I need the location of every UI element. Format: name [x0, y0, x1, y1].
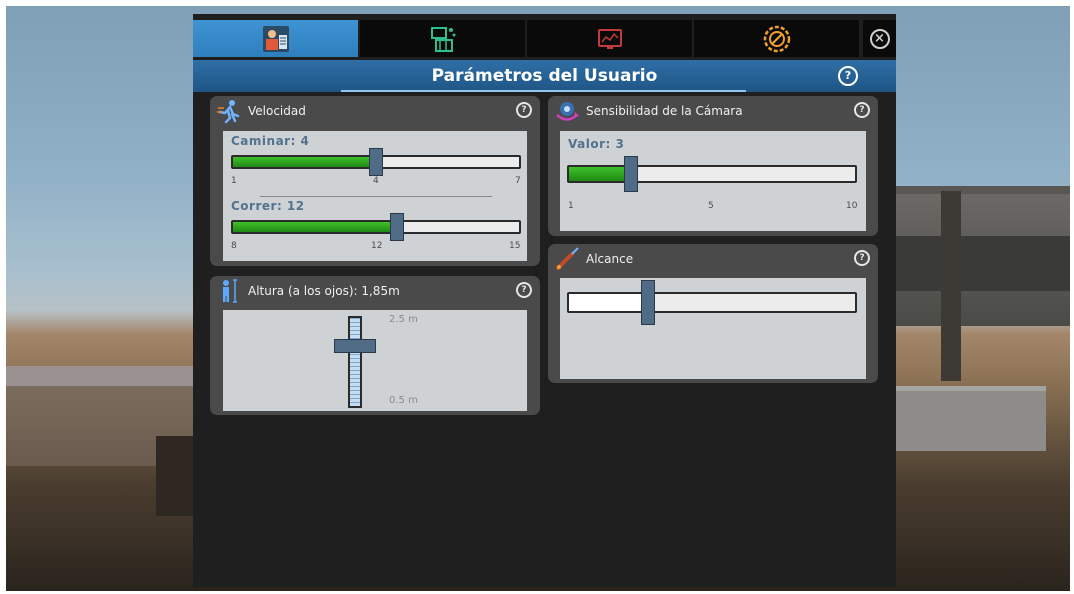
- tab-tools[interactable]: [694, 20, 859, 57]
- close-button[interactable]: ×: [863, 20, 896, 57]
- camera-tick-max: 10: [846, 201, 858, 211]
- run-speed-slider[interactable]: [231, 220, 521, 234]
- reach-card-title: Alcance: [586, 252, 634, 266]
- walk-speed-label: Caminar: 4: [231, 134, 310, 148]
- height-thumb[interactable]: [334, 338, 376, 353]
- tab-display[interactable]: [527, 20, 692, 57]
- reach-fill: [569, 294, 650, 311]
- runner-icon: [217, 100, 240, 124]
- speed-divider: [260, 196, 492, 197]
- speed-help-icon[interactable]: ?: [516, 102, 532, 118]
- walk-tick-max: 7: [515, 176, 521, 186]
- reach-thumb[interactable]: [641, 280, 656, 325]
- speed-card: Velocidad ? Caminar: 4 1 4 7 Correr: 12 …: [210, 96, 540, 266]
- camera-sensitivity-card: Sensibilidad de la Cámara ? Valor: 3 1 5…: [548, 96, 878, 236]
- run-speed-thumb[interactable]: [389, 213, 404, 241]
- settings-panel: × Parámetros del Usuario ? Velocidad ? C…: [193, 14, 896, 587]
- scene-box-left: [156, 436, 196, 516]
- speed-card-header: Velocidad ?: [210, 96, 540, 126]
- scene-platform-left-top: [6, 366, 196, 388]
- scene-structure-right-inner: [896, 236, 1070, 291]
- run-speed-label: Correr: 12: [231, 199, 305, 213]
- height-card: Altura (a los ojos): 1,85m ? 2.5 m 0.5 m: [210, 276, 540, 415]
- monitor-chart-icon: [597, 28, 622, 49]
- camera-value-label: Valor: 3: [568, 137, 625, 151]
- camera-help-icon[interactable]: ?: [854, 102, 870, 118]
- reach-help-icon[interactable]: ?: [854, 250, 870, 266]
- camera-card-header: Sensibilidad de la Cámara ?: [548, 96, 878, 126]
- title-underline: [341, 90, 746, 92]
- speed-card-body: Caminar: 4 1 4 7 Correr: 12 8 12 15: [223, 131, 527, 261]
- camera-rotate-icon: [556, 102, 579, 121]
- user-settings-icon: [262, 25, 289, 52]
- height-slider[interactable]: [348, 316, 362, 408]
- laser-pointer-icon: [556, 247, 579, 270]
- camera-tick-mid: 5: [708, 201, 714, 211]
- height-card-body: 2.5 m 0.5 m: [223, 310, 527, 411]
- camera-card-title: Sensibilidad de la Cámara: [586, 104, 743, 118]
- tab-bar: [193, 20, 896, 57]
- walk-tick-mid: 4: [373, 176, 379, 186]
- page-title: Parámetros del Usuario: [431, 66, 658, 86]
- tab-user-parameters[interactable]: [193, 20, 358, 57]
- help-icon[interactable]: ?: [838, 66, 858, 86]
- run-speed-fill: [233, 222, 397, 232]
- speed-card-title: Velocidad: [248, 104, 306, 118]
- reach-slider[interactable]: [567, 292, 857, 313]
- camera-card-body: Valor: 3 1 5 10: [560, 131, 866, 231]
- close-icon: ×: [869, 28, 890, 49]
- camera-sensitivity-fill: [569, 167, 633, 181]
- run-tick-min: 8: [231, 241, 237, 251]
- height-card-title: Altura (a los ojos): 1,85m: [248, 284, 400, 298]
- height-min-label: 0.5 m: [389, 395, 418, 406]
- building-map-icon: [430, 26, 455, 52]
- reach-card-body: [560, 278, 866, 379]
- walk-speed-thumb[interactable]: [369, 148, 383, 176]
- walk-tick-min: 1: [231, 176, 237, 186]
- run-tick-max: 15: [509, 241, 521, 251]
- scene-roof-right: [896, 186, 1070, 194]
- walk-speed-fill: [233, 157, 376, 167]
- camera-sensitivity-slider[interactable]: [567, 165, 857, 183]
- reach-card: Alcance ?: [548, 244, 878, 383]
- height-max-label: 2.5 m: [389, 314, 418, 325]
- height-help-icon[interactable]: ?: [516, 282, 532, 298]
- person-height-icon: [223, 279, 237, 303]
- title-bar: Parámetros del Usuario ?: [193, 60, 896, 92]
- run-tick-mid: 12: [371, 241, 383, 251]
- scene-platform-right: [896, 391, 1046, 451]
- scene-pillar: [941, 191, 961, 381]
- reach-card-header: Alcance ?: [548, 244, 878, 274]
- gear-tools-icon: [763, 25, 790, 52]
- tab-environment[interactable]: [360, 20, 525, 57]
- camera-tick-min: 1: [568, 201, 574, 211]
- camera-sensitivity-thumb[interactable]: [624, 156, 639, 192]
- height-card-header: Altura (a los ojos): 1,85m ?: [210, 276, 540, 306]
